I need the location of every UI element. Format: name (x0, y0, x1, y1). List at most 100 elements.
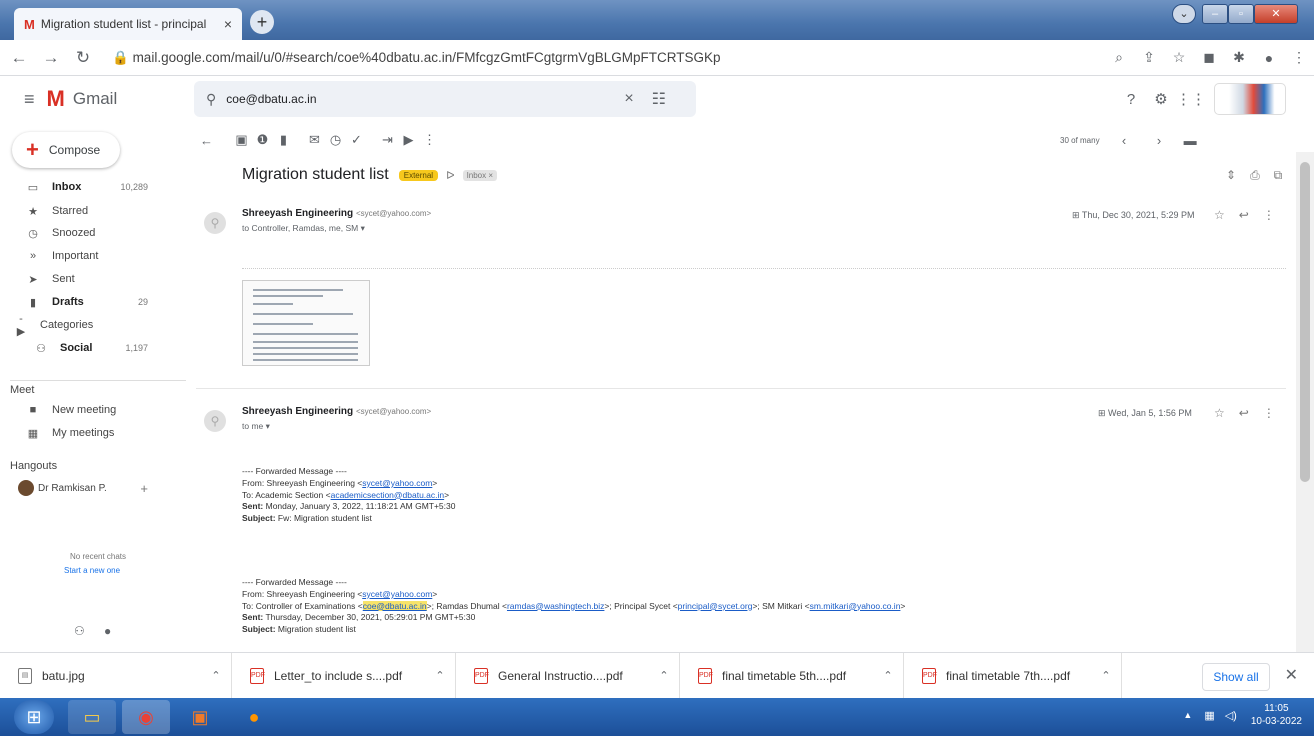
archive-icon[interactable]: ▣ (231, 132, 252, 148)
move-to-icon[interactable]: ⇥ (377, 132, 398, 148)
chevron-up-icon[interactable]: ⌃ (649, 669, 679, 682)
to-email-link[interactable]: academicsection@dbatu.ac.in (331, 490, 445, 500)
zoom-icon[interactable]: ⌕ (1104, 49, 1134, 66)
download-item[interactable]: PDF General Instructio....pdf ⌃ (456, 652, 680, 699)
forward-arrow-icon[interactable]: → (38, 48, 64, 68)
inbox-label-chip[interactable]: Inbox × (462, 169, 498, 181)
print-icon[interactable]: ⎙ (1250, 168, 1260, 183)
minimize-button[interactable]: – (1202, 4, 1228, 24)
help-icon[interactable]: ? (1116, 91, 1146, 108)
star-icon[interactable]: ☆ (1214, 406, 1225, 420)
message-sender[interactable]: Shreeyash Engineering <sycet@yahoo.com> (242, 208, 431, 219)
chevron-up-icon[interactable]: ⌃ (873, 669, 903, 682)
window-close-button[interactable]: ✕ (1254, 4, 1298, 24)
chrome-icon[interactable]: ◉ (122, 700, 170, 734)
star-icon[interactable]: ☆ (1214, 208, 1225, 222)
close-downloads-icon[interactable]: ✕ (1285, 665, 1298, 685)
to-email-link[interactable]: principal@sycet.org (678, 601, 753, 611)
extension-icon[interactable]: ◼ (1194, 49, 1224, 66)
hangouts-user[interactable]: Dr Ramkisan P. + (0, 477, 186, 499)
more-icon[interactable]: ⋮ (1263, 208, 1275, 222)
clear-search-icon[interactable]: × (624, 90, 633, 108)
vertical-scrollbar[interactable] (1296, 152, 1314, 652)
message-sender[interactable]: Shreeyash Engineering <sycet@yahoo.com> (242, 406, 431, 417)
compose-button[interactable]: + Compose (12, 132, 120, 168)
file-explorer-icon[interactable]: ▭ (68, 700, 116, 734)
contacts-icon[interactable]: ⚇ (74, 624, 85, 638)
message-recipients[interactable]: to me ▾ (242, 421, 270, 432)
sidebar-item-drafts[interactable]: ▮ Drafts 29 (0, 291, 186, 313)
gmail-logo[interactable]: M Gmail (47, 86, 118, 112)
download-item[interactable]: PDF final timetable 5th....pdf ⌃ (680, 652, 904, 699)
report-spam-icon[interactable]: ❶ (252, 132, 273, 148)
sidebar-item-categories[interactable]: - ▶ Categories (0, 313, 186, 338)
search-bar[interactable]: ⚲ coe@dbatu.ac.in × ☷ (194, 81, 696, 117)
profile-avatar-icon[interactable]: ● (1254, 50, 1284, 66)
search-icon[interactable]: ⚲ (206, 91, 216, 108)
maximize-button[interactable]: ▫ (1228, 4, 1254, 24)
from-email-link[interactable]: sycet@yahoo.com (362, 478, 432, 488)
chevron-up-icon[interactable]: ⌃ (425, 669, 455, 682)
scrollbar-thumb[interactable] (1300, 162, 1310, 482)
puzzle-icon[interactable]: ✱ (1224, 49, 1254, 66)
sidebar-item-social[interactable]: ⚇ Social 1,197 (0, 337, 186, 359)
mark-unread-icon[interactable]: ✉ (304, 132, 325, 148)
to-email-link[interactable]: coe@dbatu.ac.in (362, 600, 427, 611)
new-window-icon[interactable]: ⧉ (1274, 168, 1283, 183)
older-chevron-icon[interactable]: › (1149, 133, 1170, 148)
volume-icon[interactable]: ◁) (1225, 709, 1237, 722)
search-input[interactable]: coe@dbatu.ac.in (226, 92, 624, 106)
chevron-up-icon[interactable]: ⌃ (1091, 669, 1121, 682)
meet-my-meetings[interactable]: ▦ My meetings (0, 422, 186, 444)
share-icon[interactable]: ⇪ (1134, 49, 1164, 66)
more-actions-icon[interactable]: ⋮ (419, 132, 440, 148)
start-button[interactable]: ⊞ (14, 700, 54, 734)
sidebar-item-sent[interactable]: ➤ Sent (0, 268, 186, 290)
download-item[interactable]: PDF final timetable 7th....pdf ⌃ (904, 652, 1122, 699)
bookmark-star-icon[interactable]: ☆ (1164, 49, 1194, 66)
chat-bubble-icon[interactable]: ● (104, 624, 111, 638)
account-logo[interactable] (1214, 83, 1286, 115)
input-tools-icon[interactable]: ▬ (1180, 133, 1201, 148)
attachment-thumbnail[interactable] (242, 280, 370, 366)
newer-chevron-icon[interactable]: ‹ (1114, 133, 1135, 148)
new-tab-button[interactable]: + (250, 10, 274, 34)
sidebar-item-starred[interactable]: ★ Starred (0, 200, 186, 222)
sidebar-item-inbox[interactable]: ▭ Inbox 10,289 (0, 176, 186, 198)
download-item[interactable]: ▤ batu.jpg ⌃ (0, 652, 232, 699)
apps-grid-icon[interactable]: ⋮⋮ (1176, 90, 1206, 108)
reply-icon[interactable]: ↩ (1239, 406, 1249, 420)
search-options-icon[interactable]: ☷ (652, 89, 666, 109)
settings-gear-icon[interactable]: ⚙ (1146, 90, 1176, 108)
snooze-icon[interactable]: ◷ (325, 132, 346, 148)
firefox-icon[interactable]: ● (230, 700, 278, 734)
add-task-icon[interactable]: ✓ (346, 132, 367, 148)
back-arrow-icon[interactable]: ← (6, 48, 32, 68)
browser-tab[interactable]: M Migration student list - principal × (14, 8, 242, 40)
meet-new-meeting[interactable]: ■ New meeting (0, 399, 186, 421)
reload-icon[interactable]: ↻ (70, 48, 96, 68)
main-menu-icon[interactable]: ≡ (24, 89, 35, 110)
show-all-button[interactable]: Show all (1202, 663, 1270, 691)
taskbar-clock[interactable]: 11:05 10-03-2022 (1251, 702, 1302, 728)
tray-expand-icon[interactable]: ▲ (1183, 710, 1192, 720)
back-to-list-icon[interactable]: ← (196, 133, 217, 148)
message-recipients[interactable]: to Controller, Ramdas, me, SM ▾ (242, 223, 365, 234)
sidebar-item-important[interactable]: » Important (0, 245, 186, 267)
presentation-app-icon[interactable]: ▣ (176, 700, 224, 734)
delete-icon[interactable]: ▮ (273, 132, 294, 148)
network-icon[interactable]: ▦ (1204, 709, 1214, 722)
browser-menu-icon[interactable]: ⋮ (1284, 49, 1314, 66)
reply-icon[interactable]: ↩ (1239, 208, 1249, 222)
expand-all-icon[interactable]: ⇕ (1226, 168, 1236, 183)
sidebar-item-snoozed[interactable]: ◷ Snoozed (0, 222, 186, 244)
add-chat-plus-icon[interactable]: + (140, 481, 148, 496)
from-email-link[interactable]: sycet@yahoo.com (362, 589, 432, 599)
to-email-link[interactable]: sm.mitkari@yahoo.co.in (810, 601, 901, 611)
url-field[interactable]: 🔒 mail.google.com/mail/u/0/#search/coe%4… (112, 50, 1104, 66)
download-item[interactable]: PDF Letter_to include s....pdf ⌃ (232, 652, 456, 699)
tab-close-icon[interactable]: × (224, 16, 232, 32)
important-marker-icon[interactable]: ᐅ (446, 169, 454, 182)
more-icon[interactable]: ⋮ (1263, 406, 1275, 420)
start-new-chat-link[interactable]: Start a new one (64, 566, 120, 575)
